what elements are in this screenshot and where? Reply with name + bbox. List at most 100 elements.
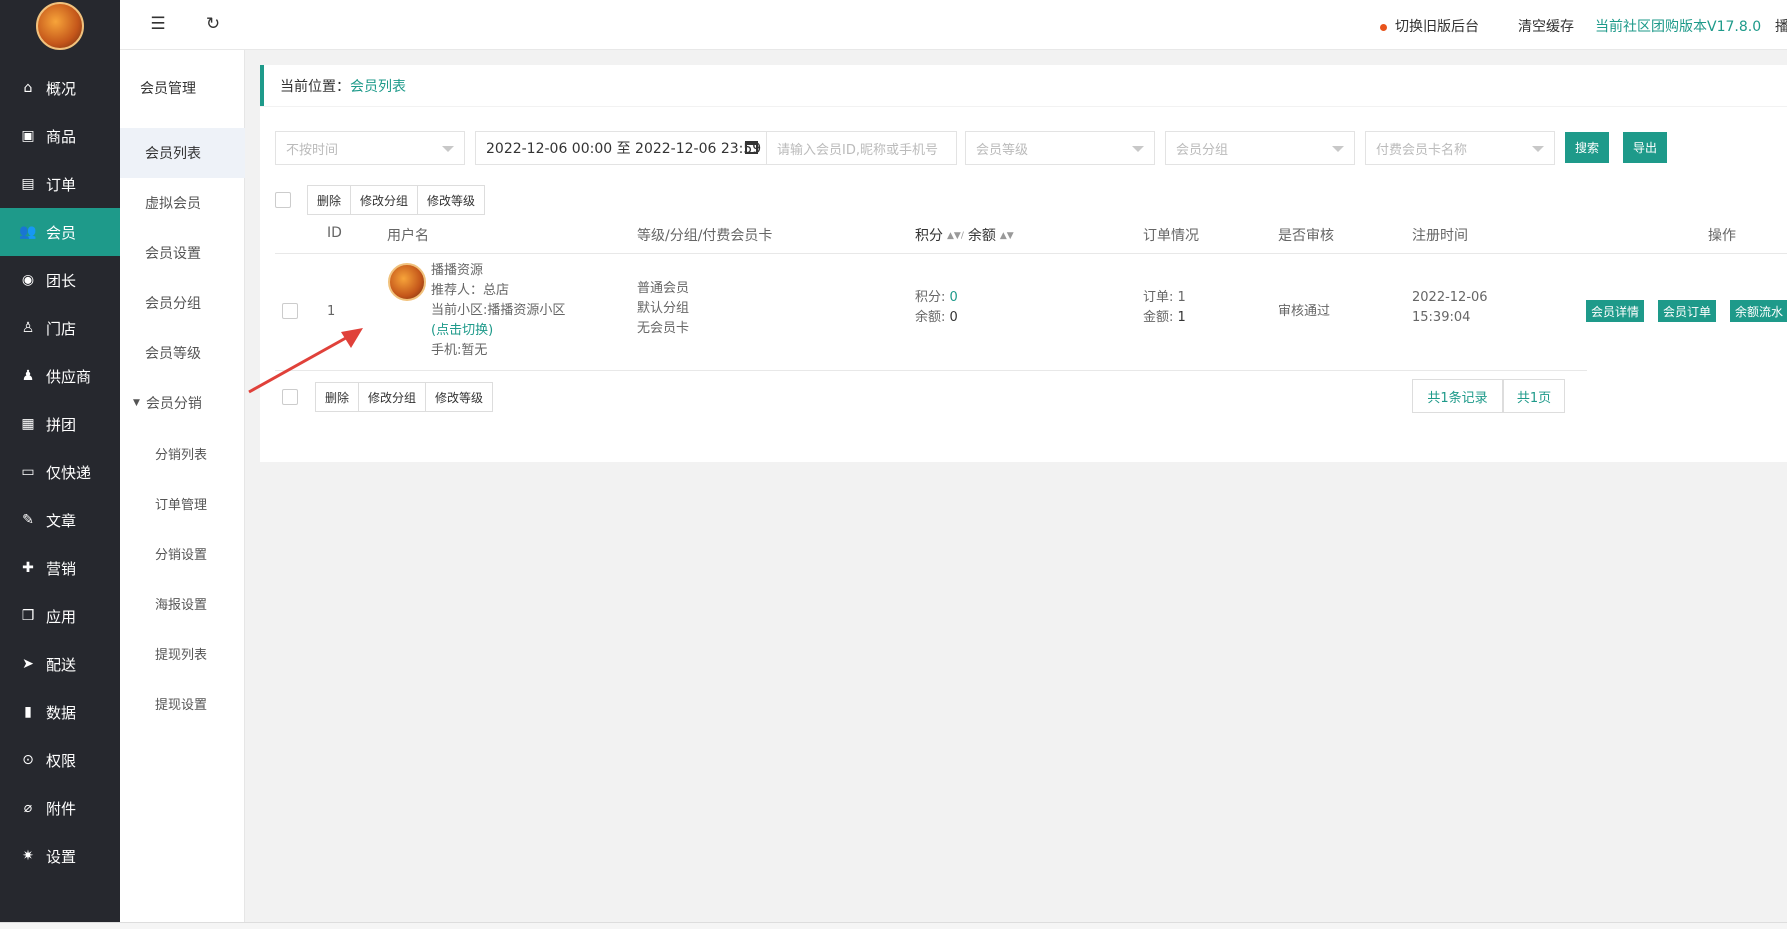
select-all-checkbox[interactable] [275, 192, 291, 208]
submenu-member-settings[interactable]: 会员设置 [120, 228, 245, 278]
nav-item-15[interactable]: ⌀ 附件 [0, 784, 120, 832]
submenu-withdraw-list[interactable]: 提现列表 [120, 628, 245, 678]
nav-item-label: 团长 [46, 271, 77, 290]
nav-item-label: 供应商 [46, 367, 92, 386]
keyword-search-input[interactable]: 请输入会员ID,昵称或手机号 [766, 131, 957, 165]
leader-icon: ◉ [21, 272, 35, 288]
submenu-distribution-settings[interactable]: 分销设置 [120, 528, 245, 578]
version-link[interactable]: 当前社区团购版本V17.8.0 [1595, 16, 1761, 36]
search-button[interactable]: 搜索 [1565, 132, 1609, 163]
nav-item-5[interactable]: ♙ 门店 [0, 304, 120, 352]
store-icon: ♙ [21, 320, 35, 336]
balance-value: 0 [949, 310, 958, 325]
nav-item-4[interactable]: ◉ 团长 [0, 256, 120, 304]
points-value: 0 [949, 290, 958, 305]
audit-status: 审核通过 [1278, 304, 1331, 319]
sort-icon[interactable]: ▲▼ [1000, 231, 1014, 241]
distribution-group-label: 会员分销 [145, 396, 202, 412]
user-menu[interactable]: 播 [1775, 16, 1787, 36]
refresh-icon[interactable]: ↻ [203, 14, 223, 34]
nav-item-7[interactable]: ▦ 拼团 [0, 400, 120, 448]
nav-item-9[interactable]: ✎ 文章 [0, 496, 120, 544]
submenu-withdraw-settings[interactable]: 提现设置 [120, 678, 245, 728]
nav-item-6[interactable]: ♟ 供应商 [0, 352, 120, 400]
chart-icon: ▮ [24, 704, 32, 720]
member-detail-button[interactable]: 会员详情 [1586, 300, 1645, 322]
total-pages: 共1页 [1503, 379, 1565, 413]
nav-item-8[interactable]: ▭ 仅快递 [0, 448, 120, 496]
menu-collapse-icon[interactable]: ☰ [148, 14, 168, 34]
delete-button[interactable]: 删除 [308, 186, 352, 214]
export-button[interactable]: 导出 [1623, 132, 1667, 163]
balance-flow-button[interactable]: 余额流水 [1730, 300, 1787, 322]
nav-item-0[interactable]: ⌂ 概况 [0, 64, 120, 112]
member-orders-button[interactable]: 会员订单 [1658, 300, 1717, 322]
header-ops: 操作 [1708, 228, 1736, 244]
member-level: 普通会员 [637, 281, 690, 296]
switch-community-link[interactable]: (点击切换) [431, 321, 565, 341]
gift-icon: ✚ [22, 560, 34, 576]
level-filter-value: 会员等级 [976, 142, 1029, 158]
status-bar [0, 922, 1787, 929]
dropdown-arrow-icon [1532, 146, 1544, 152]
lock-icon: ⊙ [22, 752, 34, 768]
time-filter-select[interactable]: 不按时间 [275, 131, 465, 165]
header-audit: 是否审核 [1278, 228, 1334, 244]
card-filter-select[interactable]: 付费会员卡名称 [1365, 131, 1555, 165]
row-checkbox[interactable] [282, 303, 298, 319]
switch-old-backend-link[interactable]: 切换旧版后台 [1380, 16, 1479, 36]
gear-icon: ✷ [22, 848, 34, 864]
submenu-member-group[interactable]: 会员分组 [120, 278, 245, 328]
home-icon: ⌂ [23, 80, 33, 96]
group-filter-select[interactable]: 会员分组 [1165, 131, 1355, 165]
nav-item-label: 营销 [46, 559, 77, 578]
nav-item-3[interactable]: 👥 会员 [0, 208, 120, 256]
submenu-distribution-list[interactable]: 分销列表 [120, 428, 245, 478]
change-level-button[interactable]: 修改等级 [418, 186, 484, 214]
batch-actions-top: 删除 修改分组 修改等级 [307, 185, 486, 215]
header-points-balance: 积分 ▲▼/ 余额 ▲▼ [915, 225, 1018, 245]
level-filter-select[interactable]: 会员等级 [965, 131, 1155, 165]
community: 当前小区:播播资源小区 [431, 303, 566, 318]
referrer: 推荐人：总店 [431, 283, 510, 298]
express-icon: ▭ [21, 464, 35, 480]
amount-label: 金额: [1143, 310, 1174, 325]
nav-item-1[interactable]: ▣ 商品 [0, 112, 120, 160]
nav-item-14[interactable]: ⊙ 权限 [0, 736, 120, 784]
clear-cache-link[interactable]: 清空缓存 [1518, 16, 1574, 36]
submenu-distribution-group[interactable]: ▼ 会员分销 [120, 378, 245, 428]
nav-item-11[interactable]: ❒ 应用 [0, 592, 120, 640]
balance-label: 余额: [915, 310, 946, 325]
row-points-balance: 积分: 0 余额: 0 [915, 288, 958, 328]
header-points[interactable]: 积分 [915, 228, 943, 244]
switch-old-label: 切换旧版后台 [1395, 19, 1479, 35]
header-id: ID [327, 225, 342, 241]
submenu-virtual-member[interactable]: 虚拟会员 [120, 178, 245, 228]
nav-item-16[interactable]: ✷ 设置 [0, 832, 120, 880]
change-level-button[interactable]: 修改等级 [426, 383, 492, 411]
nav-item-12[interactable]: ➤ 配送 [0, 640, 120, 688]
breadcrumb-current[interactable]: 会员列表 [350, 76, 406, 96]
sort-icon[interactable]: ▲▼/ [947, 231, 964, 241]
truck-icon: ➤ [22, 656, 34, 672]
date-range-input[interactable]: 2022-12-06 00:00 至 2022-12-06 23:59 [475, 131, 767, 165]
change-group-button[interactable]: 修改分组 [351, 186, 419, 214]
nav-item-label: 概况 [46, 79, 77, 98]
submenu-poster-settings[interactable]: 海报设置 [120, 578, 245, 628]
main-sidebar: ⌂ 概况 ▣ 商品 ▤ 订单 👥 会员 ◉ 团长 ♙ 门店 ♟ 供应商 ▦ 拼团 ▭ 仅快递 ✎ 文章 ✚ 营销 ❒ 应用 ➤ 配… [0, 0, 120, 922]
row-user-info: 播播资源 推荐人：总店 当前小区:播播资源小区 (点击切换) 手机:暂无 [431, 261, 565, 361]
date-range-value: 2022-12-06 00:00 至 2022-12-06 23:59 [486, 141, 762, 157]
nav-item-13[interactable]: ▮ 数据 [0, 688, 120, 736]
header-balance[interactable]: 余额 [968, 228, 996, 244]
submenu-member-list[interactable]: 会员列表 [120, 128, 245, 178]
nav-item-2[interactable]: ▤ 订单 [0, 160, 120, 208]
submenu-order-management[interactable]: 订单管理 [120, 478, 245, 528]
submenu-member-level[interactable]: 会员等级 [120, 328, 245, 378]
row-divider [275, 370, 1587, 371]
attachment-icon: ⌀ [23, 800, 33, 816]
status-dot [1380, 23, 1387, 31]
nav-item-10[interactable]: ✚ 营销 [0, 544, 120, 592]
total-records: 共1条记录 [1412, 379, 1503, 413]
card-filter-value: 付费会员卡名称 [1376, 142, 1468, 158]
supplier-icon: ♟ [21, 368, 35, 384]
